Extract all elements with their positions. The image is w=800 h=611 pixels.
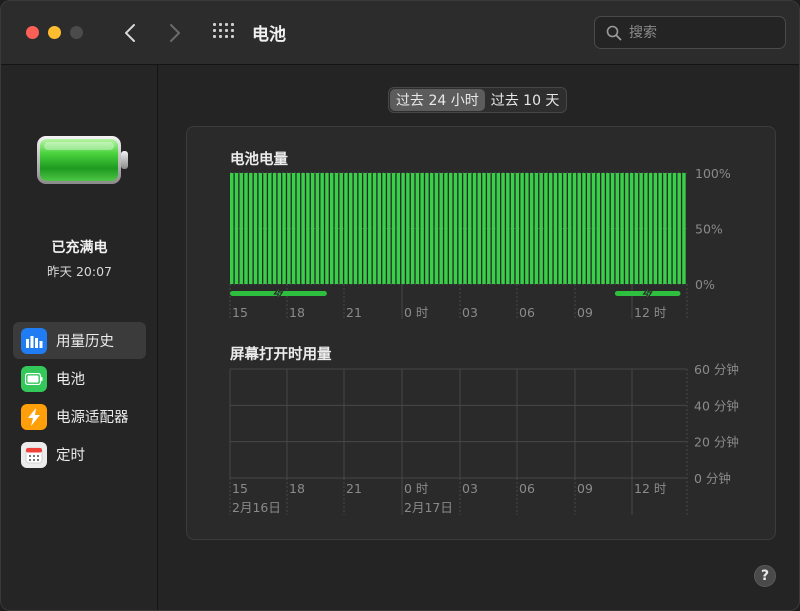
system-preferences-window: 电池 搜索 已充满电 昨天 20:07 用量历史 电池 电源适配器 定时 过去 … bbox=[0, 0, 800, 611]
zoom-window-button[interactable] bbox=[70, 26, 83, 39]
close-window-button[interactable] bbox=[26, 26, 39, 39]
usage-chart-panel bbox=[186, 126, 776, 540]
battery-icon bbox=[21, 365, 47, 392]
search-input[interactable] bbox=[629, 23, 779, 43]
help-button[interactable]: ? bbox=[754, 565, 776, 587]
sidebar: 已充满电 昨天 20:07 用量历史 电池 电源适配器 定时 bbox=[1, 65, 158, 610]
search-icon bbox=[606, 25, 622, 41]
sidebar-item-schedule[interactable]: 定时 bbox=[13, 436, 146, 473]
sidebar-item-label: 用量历史 bbox=[56, 334, 114, 350]
tab-last-10-days[interactable]: 过去 10 天 bbox=[485, 89, 566, 111]
schedule-calendar-icon bbox=[21, 441, 47, 468]
battery-level-chart-title: 电池电量 bbox=[230, 152, 288, 168]
tab-last-24-hours[interactable]: 过去 24 小时 bbox=[390, 89, 485, 111]
chevron-right-icon bbox=[170, 24, 180, 42]
battery-status-time: 昨天 20:07 bbox=[47, 264, 112, 279]
usage-history-icon bbox=[21, 327, 47, 354]
sidebar-item-usage-history[interactable]: 用量历史 bbox=[13, 322, 146, 359]
title-bar: 电池 bbox=[1, 1, 799, 65]
sidebar-item-battery[interactable]: 电池 bbox=[13, 360, 146, 397]
search-field[interactable] bbox=[594, 16, 786, 49]
battery-status: 已充满电 bbox=[51, 240, 108, 256]
sidebar-item-label: 电池 bbox=[56, 372, 85, 388]
window-title: 电池 bbox=[252, 25, 286, 45]
sidebar-item-label: 定时 bbox=[56, 448, 85, 464]
chevron-left-icon bbox=[125, 24, 135, 42]
time-range-segmented-control: 过去 24 小时 过去 10 天 bbox=[388, 87, 568, 113]
power-adapter-icon bbox=[21, 403, 47, 430]
minimize-window-button[interactable] bbox=[48, 26, 61, 39]
large-battery-icon bbox=[37, 136, 128, 184]
back-button[interactable] bbox=[118, 19, 142, 47]
sidebar-item-power-adapter[interactable]: 电源适配器 bbox=[13, 398, 146, 435]
sidebar-item-label: 电源适配器 bbox=[56, 410, 129, 426]
show-all-grid-button[interactable] bbox=[211, 21, 235, 45]
forward-button[interactable] bbox=[163, 19, 187, 47]
screen-on-usage-chart-title: 屏幕打开时用量 bbox=[230, 347, 332, 363]
